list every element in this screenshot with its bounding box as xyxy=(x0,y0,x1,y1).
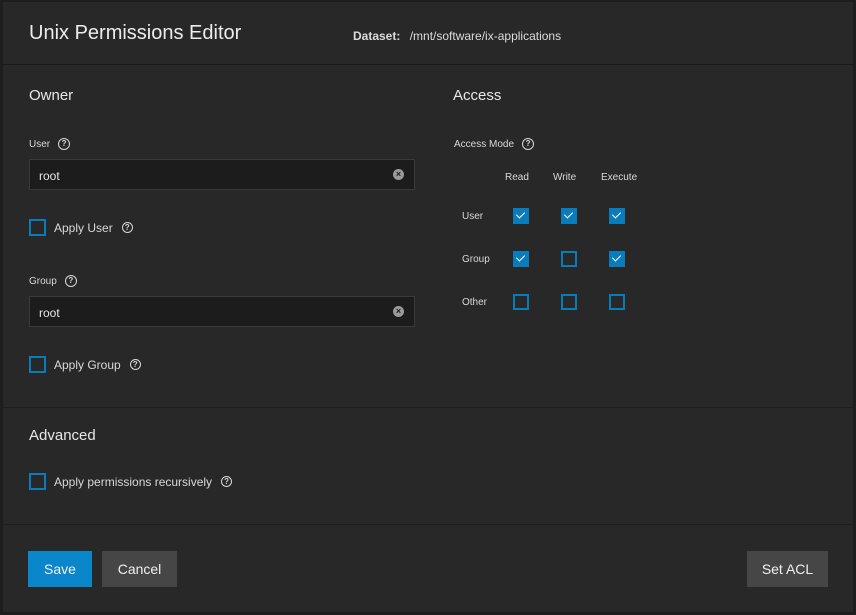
group-write-checkbox[interactable] xyxy=(561,251,577,267)
column-header-write: Write xyxy=(553,172,577,183)
apply-user-row: Apply User ? xyxy=(29,219,133,236)
recursive-row: Apply permissions recursively ? xyxy=(29,473,233,490)
user-input[interactable] xyxy=(37,160,381,191)
column-header-execute: Execute xyxy=(601,172,638,183)
set-acl-button[interactable]: Set ACL xyxy=(747,551,828,587)
other-execute-checkbox[interactable] xyxy=(609,294,625,310)
other-write-checkbox[interactable] xyxy=(561,294,577,310)
actions-divider xyxy=(3,524,853,525)
apply-group-checkbox[interactable] xyxy=(29,356,46,373)
access-mode-label: Access Mode ? xyxy=(454,138,535,150)
group-input[interactable] xyxy=(37,297,381,328)
user-field-label: User ? xyxy=(29,138,71,150)
help-icon[interactable]: ? xyxy=(121,222,133,233)
group-read-checkbox[interactable] xyxy=(513,251,529,267)
clear-icon[interactable]: × xyxy=(393,169,404,180)
recursive-label: Apply permissions recursively xyxy=(54,474,213,489)
row-header-user: User xyxy=(462,211,484,222)
row-header-other: Other xyxy=(462,297,488,308)
clear-icon[interactable]: × xyxy=(393,306,404,317)
advanced-section-title: Advanced xyxy=(29,427,96,444)
user-execute-checkbox[interactable] xyxy=(609,208,625,224)
group-label-text: Group xyxy=(29,275,57,287)
cancel-button[interactable]: Cancel xyxy=(102,551,177,587)
card-header: Unix Permissions Editor Dataset: /mnt/so… xyxy=(3,2,853,65)
recursive-checkbox[interactable] xyxy=(29,473,46,490)
group-field-label: Group ? xyxy=(29,275,77,287)
row-header-group: Group xyxy=(462,254,490,265)
help-icon[interactable]: ? xyxy=(221,476,233,487)
apply-user-label: Apply User xyxy=(54,220,113,235)
user-input-box: × xyxy=(29,159,415,191)
group-execute-checkbox[interactable] xyxy=(609,251,625,267)
user-label-text: User xyxy=(29,138,51,150)
owner-section-title: Owner xyxy=(29,87,74,104)
page-title: Unix Permissions Editor xyxy=(29,22,242,44)
column-header-read: Read xyxy=(505,172,529,183)
user-read-checkbox[interactable] xyxy=(513,208,529,224)
help-icon[interactable]: ? xyxy=(129,359,141,370)
group-input-box: × xyxy=(29,296,415,328)
dataset-label: Dataset: xyxy=(353,29,401,43)
access-section-title: Access xyxy=(453,87,502,104)
user-write-checkbox[interactable] xyxy=(561,208,577,224)
apply-group-label: Apply Group xyxy=(54,357,121,372)
dataset-path: /mnt/software/ix-applications xyxy=(409,29,562,43)
other-read-checkbox[interactable] xyxy=(513,294,529,310)
apply-user-checkbox[interactable] xyxy=(29,219,46,236)
save-button[interactable]: Save xyxy=(28,551,92,587)
help-icon[interactable]: ? xyxy=(64,275,77,287)
apply-group-row: Apply Group ? xyxy=(29,356,141,373)
access-mode-label-text: Access Mode xyxy=(454,138,515,150)
help-icon[interactable]: ? xyxy=(522,138,535,150)
help-icon[interactable]: ? xyxy=(58,138,71,150)
permissions-card: Unix Permissions Editor Dataset: /mnt/so… xyxy=(3,2,853,612)
dataset-info: Dataset: /mnt/software/ix-applications xyxy=(353,29,561,43)
section-divider xyxy=(3,407,853,408)
